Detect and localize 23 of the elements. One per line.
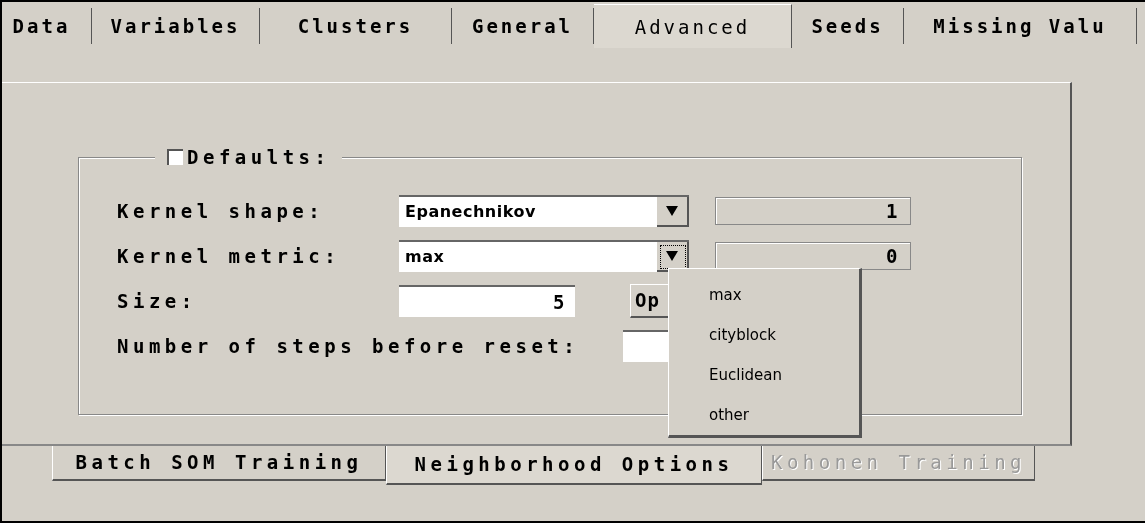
readout-field: 1 <box>715 196 911 225</box>
field-label: Kernel metric: <box>117 244 342 267</box>
tab[interactable]: Advanced <box>594 4 792 48</box>
tab[interactable]: Batch SOM Training <box>52 445 386 481</box>
tab[interactable]: Seeds <box>792 8 904 44</box>
tab[interactable]: Data <box>2 8 92 44</box>
menu-item[interactable]: other <box>709 395 749 435</box>
tab[interactable]: Clusters <box>260 8 452 44</box>
menu-item[interactable]: cityblock <box>709 315 776 355</box>
menu-item[interactable]: Euclidean <box>709 355 782 395</box>
tab[interactable]: Missing Valu <box>904 8 1137 44</box>
field-label: Size: <box>117 289 198 312</box>
tab[interactable]: Variables <box>92 8 260 44</box>
dropdown[interactable]: max <box>399 239 689 272</box>
checkbox[interactable] <box>167 149 183 165</box>
field-label: Kernel shape: <box>117 199 326 222</box>
field-label: Number of steps before reset: <box>117 334 580 357</box>
checkbox-label: Defaults: <box>187 146 331 168</box>
menu-item[interactable]: max <box>709 275 742 315</box>
tab[interactable]: Neighborhood Options <box>386 445 762 485</box>
readout-field: 0 <box>715 241 911 270</box>
dropdown[interactable]: Epanechnikov <box>399 194 689 227</box>
input-field[interactable]: 5 <box>399 284 575 317</box>
